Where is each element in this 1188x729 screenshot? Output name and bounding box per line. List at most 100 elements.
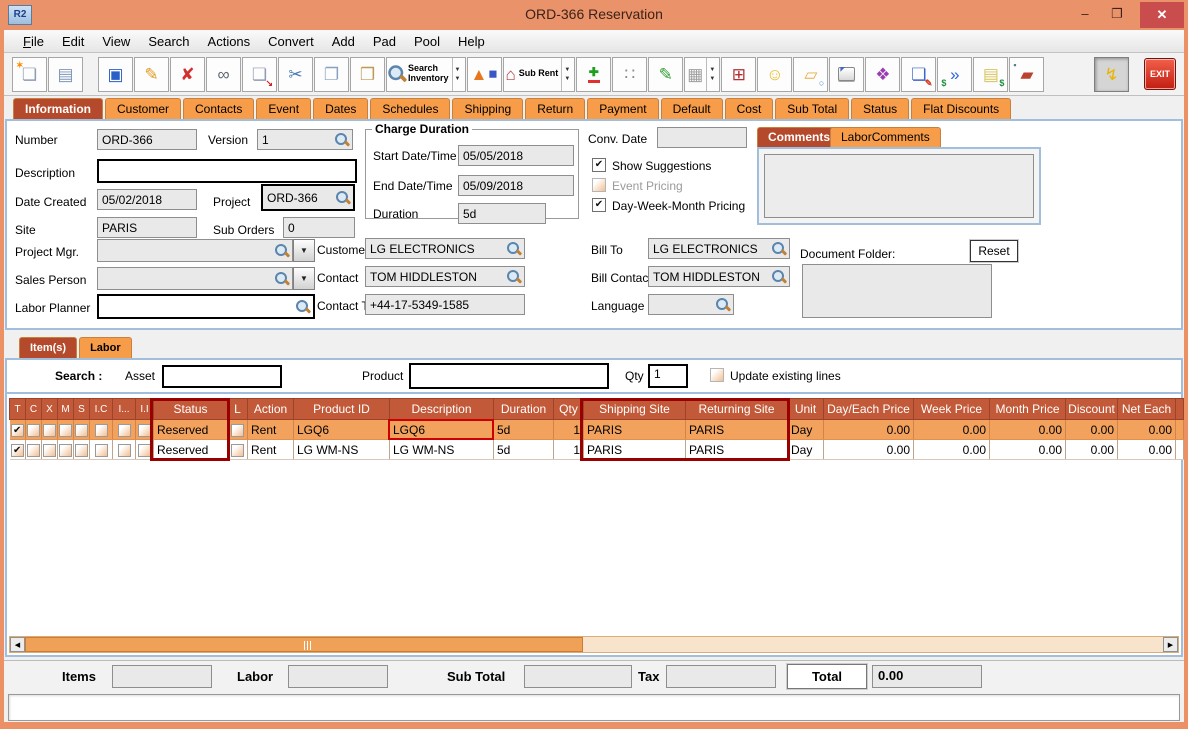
tab-status[interactable]: Status [851, 98, 910, 119]
qty-input[interactable]: 1 [648, 364, 688, 388]
tab-payment[interactable]: Payment [587, 98, 659, 119]
flag-checkbox[interactable] [117, 423, 131, 437]
export-document-button[interactable]: ❏ ↘ [242, 56, 277, 92]
transfer-checkbox[interactable]: ✔ [10, 443, 24, 457]
row-flag-cell[interactable] [112, 439, 136, 460]
flag-checkbox[interactable] [75, 423, 88, 437]
flag-checkbox[interactable] [94, 423, 108, 437]
print-button[interactable]: ▤ [48, 56, 83, 92]
product-id-cell[interactable]: LGQ6 [293, 419, 390, 440]
contact-lookup-icon[interactable] [506, 269, 522, 285]
column-header-ic[interactable]: I.C [89, 398, 113, 420]
column-header-l[interactable]: L [227, 398, 248, 420]
unit-cell[interactable]: Day [787, 439, 824, 460]
menu-search[interactable]: Search [139, 31, 198, 52]
add-remove-line-button[interactable]: ✚ [576, 56, 612, 92]
duration-cell[interactable]: 5d [493, 419, 554, 440]
column-header-t[interactable]: T [9, 398, 26, 420]
edit-document-button[interactable]: ❏ ✎ [901, 56, 937, 92]
asset-input[interactable] [162, 365, 282, 388]
action-cell[interactable]: Rent [247, 419, 294, 440]
delete-button[interactable]: ✘ [170, 56, 205, 92]
action-cell[interactable]: Rent [247, 439, 294, 460]
tab-shipping[interactable]: Shipping [452, 98, 524, 119]
reset-button[interactable]: Reset [970, 240, 1018, 262]
version-lookup-icon[interactable] [334, 132, 350, 148]
menu-help[interactable]: Help [449, 31, 494, 52]
qty-cell[interactable]: 1 [553, 439, 584, 460]
column-header-description[interactable]: Description [389, 398, 494, 420]
labor-planner-lookup-icon[interactable] [295, 299, 311, 315]
row-flag-cell[interactable] [135, 439, 154, 460]
labor-comments-tab[interactable]: LaborComments [830, 127, 941, 147]
labor-planner-field[interactable] [97, 294, 315, 319]
column-header-s[interactable]: S [73, 398, 90, 420]
day-each-price-cell[interactable]: 0.00 [823, 419, 914, 440]
tab-schedules[interactable]: Schedules [370, 98, 451, 119]
row-flag-cell[interactable] [25, 439, 42, 460]
net-each-cell[interactable]: 0.00 [1117, 419, 1176, 440]
column-header-i[interactable]: I... [112, 398, 136, 420]
org-chart-button[interactable]: ⊞ [721, 56, 757, 92]
update-existing-lines-checkbox[interactable] [710, 368, 724, 382]
row-flag-cell[interactable] [57, 439, 74, 460]
cut-scissors-button[interactable]: ✂ [278, 56, 313, 92]
menu-pool[interactable]: Pool [405, 31, 449, 52]
tab-labor[interactable]: Labor [79, 337, 132, 358]
tab-customer[interactable]: Customer [105, 98, 182, 119]
tab-information[interactable]: Information [13, 98, 103, 119]
column-header-returning-site[interactable]: Returning Site [685, 398, 788, 420]
flag-checkbox[interactable] [117, 443, 131, 457]
flag-checkbox[interactable] [27, 423, 40, 437]
folder-history-button[interactable]: ▱ ○ [793, 56, 829, 92]
customer-lookup-icon[interactable] [506, 241, 522, 257]
sub-rent-button[interactable]: ⌂ Sub Rent ▼ ▼ [502, 56, 576, 92]
description-cell[interactable]: LGQ6 [389, 419, 494, 440]
notes-pad-button[interactable]: ✎ [648, 56, 684, 92]
discount-cell[interactable]: 0.00 [1065, 439, 1118, 460]
flag-checkbox[interactable] [138, 423, 151, 437]
language-lookup-icon[interactable] [715, 297, 731, 313]
column-header-day-each-price[interactable]: Day/Each Price [823, 398, 914, 420]
shortcut-key-button[interactable] [829, 56, 865, 92]
tab-contacts[interactable]: Contacts [183, 98, 255, 119]
product-shapes-button[interactable]: ▲ ◼ [466, 56, 502, 92]
sales-person-dropdown-icon[interactable]: ▼ [293, 267, 315, 290]
menu-pad[interactable]: Pad [364, 31, 405, 52]
tab-return[interactable]: Return [525, 98, 586, 119]
description-cell[interactable]: LG WM-NS [389, 439, 494, 460]
week-price-cell[interactable]: 0.00 [913, 439, 990, 460]
returning-site-cell[interactable]: PARIS [685, 419, 788, 440]
labor-checkbox[interactable] [231, 423, 244, 437]
price-notes-button[interactable]: ▤ $ [973, 56, 1009, 92]
tab-items[interactable]: Item(s) [19, 337, 78, 358]
week-price-cell[interactable]: 0.00 [913, 419, 990, 440]
month-price-cell[interactable]: 0.00 [989, 419, 1066, 440]
labor-checkbox[interactable] [231, 443, 244, 457]
calendar-dropdown-icon[interactable]: ▼ ▼ [706, 57, 717, 91]
tab-sub-total[interactable]: Sub Total [775, 98, 850, 119]
show-suggestions-checkbox[interactable] [592, 158, 606, 172]
flag-checkbox[interactable] [43, 443, 56, 457]
search-inventory-button[interactable]: Search Inventory ▼ ▼ [386, 56, 466, 92]
description-field[interactable] [97, 159, 357, 183]
l-cell[interactable] [227, 439, 248, 460]
row-flag-cell[interactable] [41, 419, 58, 440]
transfer-checkbox[interactable]: ✔ [10, 423, 24, 437]
project-mgr-field[interactable] [97, 239, 293, 262]
day-each-price-cell[interactable]: 0.00 [823, 439, 914, 460]
new-document-button[interactable]: ❏ ✶ [12, 56, 47, 92]
shipping-site-cell[interactable]: PARIS [583, 439, 686, 460]
scroll-right-icon[interactable]: ▶ [1163, 637, 1178, 652]
status-cell[interactable]: Reserved [153, 439, 228, 460]
sales-person-lookup-icon[interactable] [274, 271, 290, 287]
bill-to-lookup-icon[interactable] [771, 241, 787, 257]
flag-checkbox[interactable] [59, 443, 72, 457]
project-field[interactable]: ORD-366 [261, 184, 355, 211]
shipping-site-cell[interactable]: PARIS [583, 419, 686, 440]
dollar-forward-button[interactable]: » $ [937, 56, 973, 92]
row-flag-cell[interactable] [57, 419, 74, 440]
paste-button[interactable]: ❒ [350, 56, 385, 92]
find-binoculars-button[interactable]: ∞ [206, 56, 241, 92]
flag-checkbox[interactable] [138, 443, 151, 457]
